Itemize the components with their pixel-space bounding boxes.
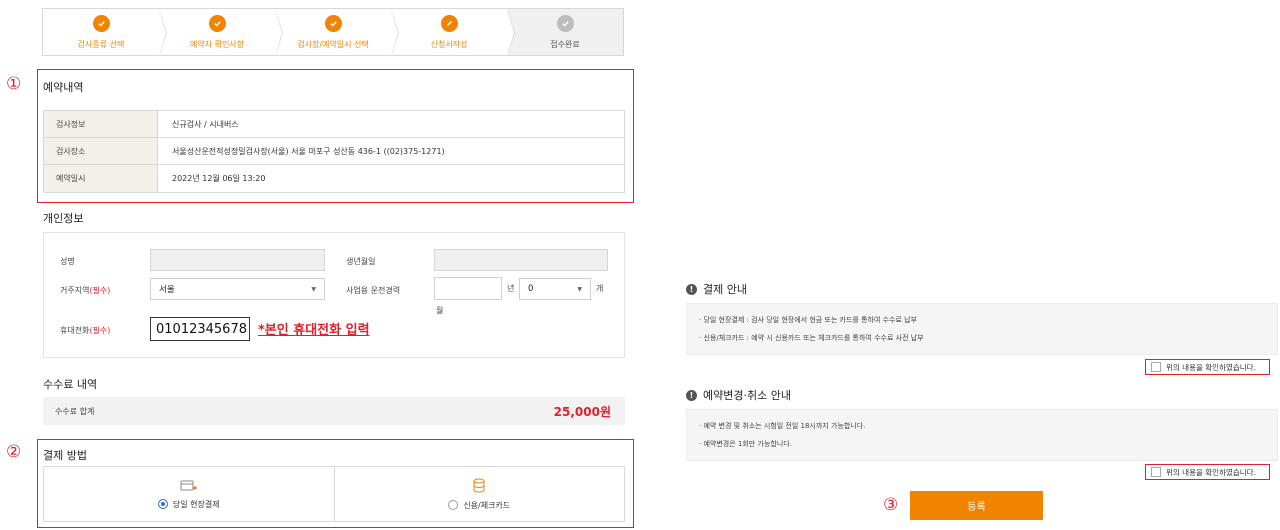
checkbox[interactable] [1151,467,1161,477]
step-label: 접수완료 [550,39,580,49]
exclamation-icon: ! [686,283,697,295]
change-info-box: · 예약 변경 및 취소는 시험일 전일 18시까지 가능합니다. · 예약변경… [686,409,1278,461]
table-row: 검사장소 서울성산운전적성정밀검사장(서울) 서울 마포구 성산동 436-1 … [44,138,624,165]
payment-confirm-checkbox[interactable]: 위의 내용을 확인하였습니다. [1145,359,1270,375]
payment-info-box: · 당일 현장결제 : 검사 당일 현장에서 현금 또는 카드를 통하여 수수료… [686,303,1278,355]
birth-input[interactable] [434,249,608,271]
row-value: 서울성산운전적성정밀검사장(서울) 서울 마포구 성산동 436-1 ((02)… [172,146,445,156]
birth-label: 생년월일 [346,257,376,266]
career-label: 사업용 운전경력 [346,286,401,295]
change-info-title-text: 예약변경·취소 안내 [703,389,791,402]
reservation-title: 예약내역 [43,81,84,94]
phone-label: 휴대전화(필수) [60,325,110,336]
fee-title: 수수료 내역 [43,378,98,391]
reservation-table: 검사정보 신규검사 / 시내버스 검사장소 서울성산운전적성정밀검사장(서울) … [43,110,625,193]
annotation-marker-3: ③ [883,495,899,515]
name-label: 성명 [60,257,75,266]
step-5: 접수완료 [507,9,623,55]
option-card-label: 신용/체크카드 [463,500,511,510]
fee-total-label: 수수료 합계 [55,406,95,416]
payment-title: 결제 방법 [43,449,87,462]
region-label: 거주지역(필수) [60,285,110,296]
step-label: 예약자 확인사항 [189,39,245,49]
region-label-text: 거주지역 [60,286,90,295]
check-icon [92,14,110,32]
row-value: 2022년 12월 06일 13:20 [172,174,266,183]
check-icon [208,14,226,32]
region-value: 서울 [159,285,175,295]
phone-input[interactable]: 01012345678 [150,317,250,341]
info-line: · 예약 변경 및 취소는 시험일 전일 18시까지 가능합니다. [699,422,866,430]
step-label: 검사장/예약일시 선택 [297,39,369,49]
payment-option-card[interactable]: 신용/체크카드 [335,467,625,521]
radio-card[interactable] [448,500,459,510]
row-header: 예약일시 [44,165,158,192]
payment-options: 당일 현장결제 신용/체크카드 [43,466,625,522]
step-label: 검사종류 선택 [77,39,125,49]
table-row: 예약일시 2022년 12월 06일 13:20 [44,165,624,192]
name-input[interactable] [150,249,325,271]
chevron-down-icon: ▼ [577,286,582,293]
info-line: · 당일 현장결제 : 검사 당일 현장에서 현금 또는 카드를 통하여 수수료… [699,316,918,324]
payment-info-title: ! 결제 안내 [686,281,747,297]
personal-title: 개인정보 [43,212,84,225]
month-value: 0 [528,284,534,294]
coins-icon [473,478,485,492]
confirm-label: 위의 내용을 확인하였습니다. [1166,467,1256,477]
info-line: · 예약변경은 1회만 가능합니다. [699,440,792,448]
payment-option-onsite[interactable]: 당일 현장결제 [44,467,335,521]
step-3: 검사장/예약일시 선택 [275,9,399,57]
pencil-icon [440,14,458,32]
month-unit: 개 [596,284,604,293]
check-icon [324,14,342,32]
required-mark: (필수) [89,326,111,335]
table-row: 검사정보 신규검사 / 시내버스 [44,111,624,138]
fee-summary: 수수료 합계 25,000원 [43,397,625,425]
change-info-title: ! 예약변경·취소 안내 [686,387,791,403]
phone-note: *본인 휴대전화 입력 [258,323,370,338]
career-year-input[interactable] [434,277,502,300]
cash-register-icon [180,480,197,490]
checkbox[interactable] [1151,362,1161,372]
radio-row: 당일 현장결제 [157,499,220,510]
fee-total-value: 25,000원 [553,404,611,419]
annotation-marker-1: ① [6,74,22,94]
chevron-down-icon: ▼ [311,286,316,293]
step-1: 검사종류 선택 [43,9,167,57]
payment-info-title-text: 결제 안내 [703,283,747,296]
row-header: 검사정보 [44,111,158,137]
info-line: · 신용/체크카드 : 예약 시 신용카드 또는 체크카드를 통하여 수수료 사… [699,334,924,342]
year-unit: 년 [507,284,515,293]
step-label: 신청서작성 [430,39,468,49]
confirm-label: 위의 내용을 확인하였습니다. [1166,362,1256,372]
region-select[interactable]: 서울 ▼ [150,278,325,300]
month-unit-2: 월 [436,306,444,315]
change-confirm-checkbox[interactable]: 위의 내용을 확인하였습니다. [1145,464,1270,480]
radio-onsite[interactable] [157,499,168,509]
phone-label-text: 휴대전화 [60,326,90,335]
radio-row: 신용/체크카드 [448,500,510,511]
exclamation-icon: ! [686,389,697,401]
step-4: 신청서작성 [391,9,515,57]
progress-stepper: 검사종류 선택 예약자 확인사항 검사장/예약일시 선택 신청서작성 접수완료 [42,8,624,57]
career-month-select[interactable]: 0 ▼ [519,278,591,300]
annotation-marker-2: ② [6,442,22,462]
option-onsite-label: 당일 현장결제 [172,499,220,509]
step-2: 예약자 확인사항 [159,9,283,57]
row-header: 검사장소 [44,138,158,164]
row-value: 신규검사 / 시내버스 [172,119,239,129]
required-mark: (필수) [89,286,111,295]
check-icon [556,14,574,32]
submit-button[interactable]: 등록 [910,491,1043,520]
